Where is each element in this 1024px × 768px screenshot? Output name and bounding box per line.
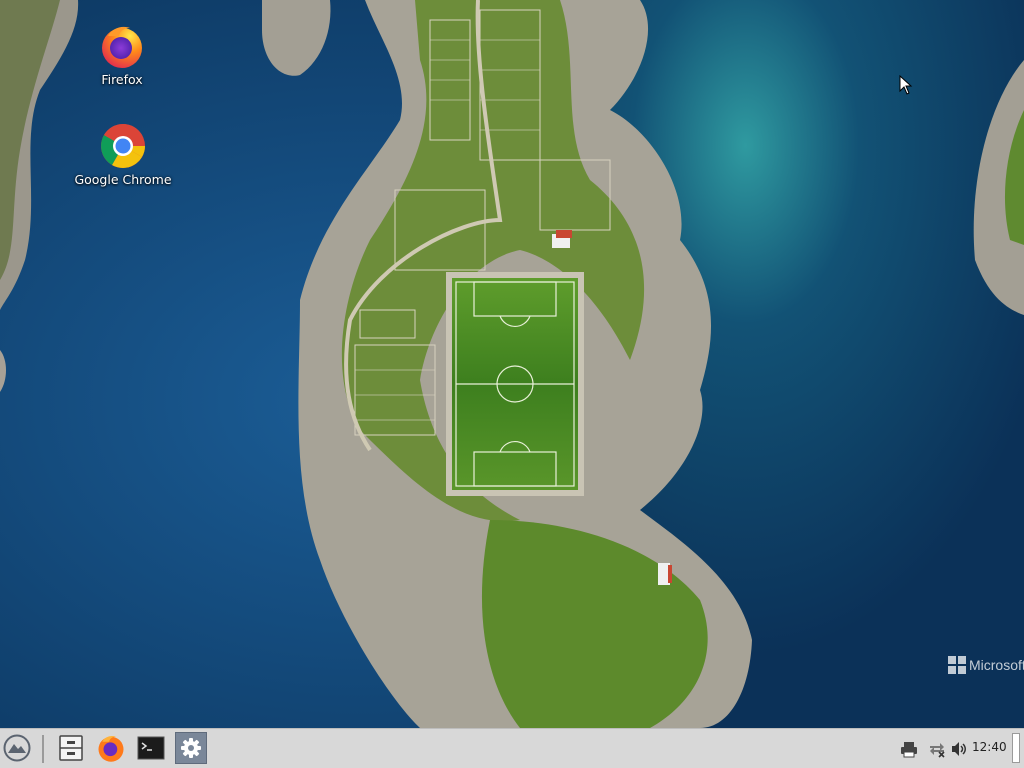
show-desktop-button[interactable] bbox=[1012, 733, 1020, 763]
windows-watermark: Microsoft bbox=[948, 656, 1024, 674]
taskbar-separator bbox=[42, 735, 44, 763]
start-menu-button[interactable] bbox=[1, 732, 33, 764]
desktop-icon-label: Google Chrome bbox=[74, 172, 172, 187]
taskbar: 12:40 bbox=[0, 728, 1024, 768]
desktop-wallpaper bbox=[0, 0, 1024, 728]
clock[interactable]: 12:40 bbox=[972, 740, 1007, 754]
firefox-icon bbox=[98, 22, 146, 70]
gear-icon bbox=[181, 738, 201, 758]
windows-logo-icon bbox=[948, 656, 966, 674]
launcher-files[interactable] bbox=[55, 732, 87, 764]
launcher-firefox[interactable] bbox=[95, 732, 127, 764]
firefox-icon bbox=[98, 736, 124, 762]
mouse-pointer-icon bbox=[899, 74, 913, 99]
chrome-icon bbox=[99, 122, 147, 170]
desktop-icon-firefox[interactable]: Firefox bbox=[67, 22, 177, 87]
zorin-logo-icon bbox=[3, 734, 31, 762]
desktop-icon-label: Firefox bbox=[101, 72, 143, 87]
terminal-icon bbox=[137, 736, 165, 760]
file-cabinet-icon bbox=[59, 735, 83, 761]
printer-icon[interactable] bbox=[900, 740, 918, 758]
launcher-settings[interactable] bbox=[175, 732, 207, 764]
volume-icon[interactable] bbox=[950, 740, 968, 758]
watermark-text: Microsoft bbox=[969, 657, 1024, 673]
network-disconnected-icon[interactable] bbox=[928, 740, 946, 758]
launcher-terminal[interactable] bbox=[135, 732, 167, 764]
desktop-icon-chrome[interactable]: Google Chrome bbox=[68, 122, 178, 187]
